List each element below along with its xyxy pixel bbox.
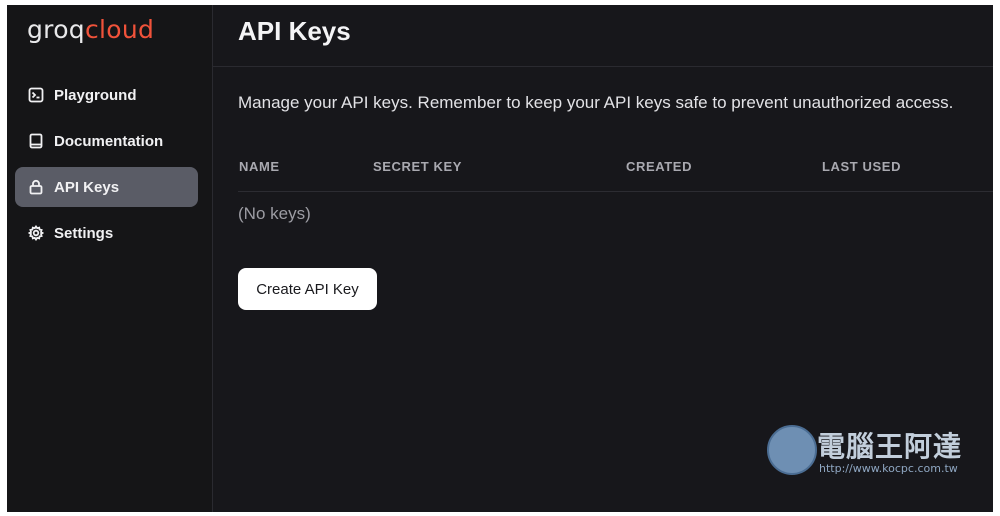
lock-icon [27, 178, 45, 196]
column-header-name: NAME [239, 159, 280, 174]
page-header: API Keys [213, 5, 993, 67]
mascot-icon [767, 425, 817, 475]
watermark-logo: 電腦王阿達 http://www.kocpc.com.tw [767, 419, 977, 479]
sidebar-item-documentation[interactable]: Documentation [15, 121, 198, 161]
sidebar-item-settings[interactable]: Settings [15, 213, 198, 253]
sidebar-item-api-keys[interactable]: API Keys [15, 167, 198, 207]
terminal-icon [27, 86, 45, 104]
watermark-url: http://www.kocpc.com.tw [819, 462, 958, 475]
column-header-created: CREATED [626, 159, 693, 174]
column-header-secret-key: SECRET KEY [373, 159, 463, 174]
sidebar-item-label: Settings [54, 224, 114, 242]
app-window: groqcloud Playground Documentation API K… [7, 5, 993, 512]
sidebar-item-label: API Keys [54, 178, 120, 196]
create-api-key-button[interactable]: Create API Key [238, 268, 377, 310]
sidebar-item-label: Documentation [54, 132, 164, 150]
page-description: Manage your API keys. Remember to keep y… [238, 93, 954, 112]
watermark-text: 電腦王阿達 [817, 430, 963, 463]
gear-icon [27, 224, 45, 242]
logo-part-cloud: cloud [84, 15, 155, 44]
sidebar-item-label: Playground [54, 86, 137, 104]
groqcloud-logo[interactable]: groqcloud [27, 15, 154, 44]
sidebar: groqcloud Playground Documentation API K… [7, 5, 213, 512]
page-title: API Keys [238, 16, 351, 46]
book-icon [27, 132, 45, 150]
column-header-last-used: LAST USED [822, 159, 902, 174]
logo-part-groq: groq [27, 15, 85, 44]
sidebar-item-playground[interactable]: Playground [15, 75, 198, 115]
empty-state-text: (No keys) [238, 204, 311, 223]
table-divider [238, 191, 993, 192]
